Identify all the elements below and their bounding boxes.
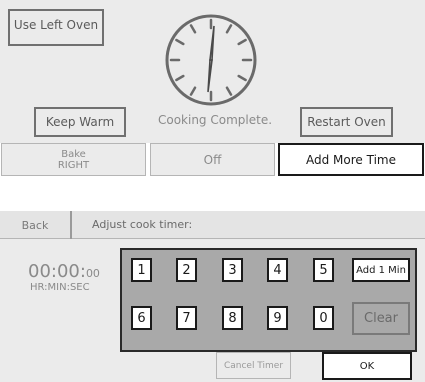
ok-button[interactable]: OK (322, 352, 412, 380)
number-keypad: 1 2 3 4 5 Add 1 Min 6 7 8 9 0 Clear (120, 248, 417, 352)
key-3[interactable]: 3 (222, 258, 243, 282)
key-4[interactable]: 4 (267, 258, 288, 282)
timer-seconds: 00 (85, 267, 100, 280)
key-9[interactable]: 9 (267, 306, 288, 330)
use-left-oven-button[interactable]: Use Left Oven (8, 9, 104, 46)
add-1-min-button[interactable]: Add 1 Min (352, 258, 410, 282)
tab-bake-label: Bake (61, 148, 86, 160)
key-6[interactable]: 6 (131, 306, 152, 330)
timer-hours-minutes: 00:00: (28, 261, 86, 282)
timer-display: 00:00:00 (28, 261, 100, 282)
key-0[interactable]: 0 (313, 306, 334, 330)
timer-format-label: HR:MIN:SEC (30, 282, 90, 293)
status-text: Cooking Complete. (157, 113, 273, 127)
cook-timer-panel: Back Adjust cook timer: 00:00:00 HR:MIN:… (0, 211, 425, 382)
key-5[interactable]: 5 (313, 258, 334, 282)
tab-bake-sublabel: RIGHT (57, 159, 90, 171)
back-button[interactable]: Back (0, 211, 72, 239)
tab-add-more-time[interactable]: Add More Time (278, 143, 424, 176)
tab-off[interactable]: Off (150, 143, 275, 176)
mode-tabs: Bake RIGHT Off Add More Time (0, 143, 425, 176)
page-title: Adjust cook timer: (92, 218, 193, 231)
oven-status-panel: Use Left Oven Keep Warm Cooking Complete… (0, 0, 425, 143)
clear-button[interactable]: Clear (352, 302, 410, 335)
cancel-timer-button[interactable]: Cancel Timer (216, 352, 291, 379)
key-7[interactable]: 7 (176, 306, 197, 330)
tab-bake-right[interactable]: Bake RIGHT (1, 143, 146, 176)
key-1[interactable]: 1 (131, 258, 152, 282)
clock-icon (165, 14, 257, 106)
key-8[interactable]: 8 (222, 306, 243, 330)
key-2[interactable]: 2 (176, 258, 197, 282)
timer-header: Back Adjust cook timer: (0, 211, 425, 239)
restart-oven-button[interactable]: Restart Oven (300, 107, 393, 137)
keep-warm-button[interactable]: Keep Warm (34, 107, 126, 137)
